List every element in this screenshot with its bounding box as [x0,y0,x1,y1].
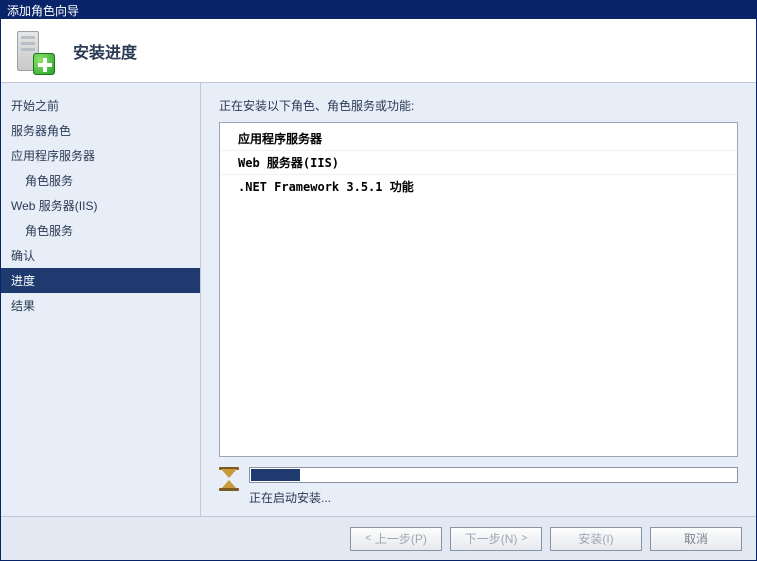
install-button[interactable]: 安装(I) [550,527,642,551]
chevron-left-icon: < [365,533,371,544]
cancel-button[interactable]: 取消 [650,527,742,551]
sidebar-item-web-server[interactable]: Web 服务器(IIS) [1,193,200,218]
hourglass-icon [219,467,239,491]
sidebar-item-confirm[interactable]: 确认 [1,243,200,268]
page-title: 安装进度 [73,39,137,63]
prev-button[interactable]: < 上一步(P) [350,527,442,551]
install-list: 应用程序服务器 Web 服务器(IIS) .NET Framework 3.5.… [219,122,738,457]
instruction-text: 正在安装以下角色、角色服务或功能: [219,97,738,114]
sidebar: 开始之前 服务器角色 应用程序服务器 角色服务 Web 服务器(IIS) 角色服… [1,83,201,516]
prev-button-label: 上一步(P) [375,530,427,547]
titlebar: 添加角色向导 [1,1,756,19]
progress-bar [249,467,738,483]
progress-area: 正在启动安装... [219,467,738,506]
sidebar-item-app-role-services[interactable]: 角色服务 [1,168,200,193]
sidebar-item-app-server[interactable]: 应用程序服务器 [1,143,200,168]
cancel-button-label: 取消 [684,530,708,547]
server-add-icon [11,27,55,75]
sidebar-item-results[interactable]: 结果 [1,293,200,318]
next-button-label: 下一步(N) [465,530,518,547]
content: 正在安装以下角色、角色服务或功能: 应用程序服务器 Web 服务器(IIS) .… [201,83,756,516]
wizard-window: 添加角色向导 安装进度 开始之前 服务器角色 应用程序服务器 角色服务 Web … [0,0,757,561]
sidebar-item-progress[interactable]: 进度 [1,268,200,293]
list-item: .NET Framework 3.5.1 功能 [220,174,737,198]
list-item: Web 服务器(IIS) [220,150,737,174]
header: 安装进度 [1,19,756,83]
progress-label: 正在启动安装... [249,489,738,506]
window-title: 添加角色向导 [7,2,79,19]
sidebar-item-web-role-services[interactable]: 角色服务 [1,218,200,243]
footer: < 上一步(P) 下一步(N) > 安装(I) 取消 [1,516,756,560]
body: 开始之前 服务器角色 应用程序服务器 角色服务 Web 服务器(IIS) 角色服… [1,83,756,516]
progress-fill [251,469,300,481]
chevron-right-icon: > [521,533,527,544]
sidebar-item-server-roles[interactable]: 服务器角色 [1,118,200,143]
sidebar-item-before-begin[interactable]: 开始之前 [1,93,200,118]
list-item: 应用程序服务器 [220,127,737,150]
install-button-label: 安装(I) [578,530,613,547]
next-button[interactable]: 下一步(N) > [450,527,542,551]
